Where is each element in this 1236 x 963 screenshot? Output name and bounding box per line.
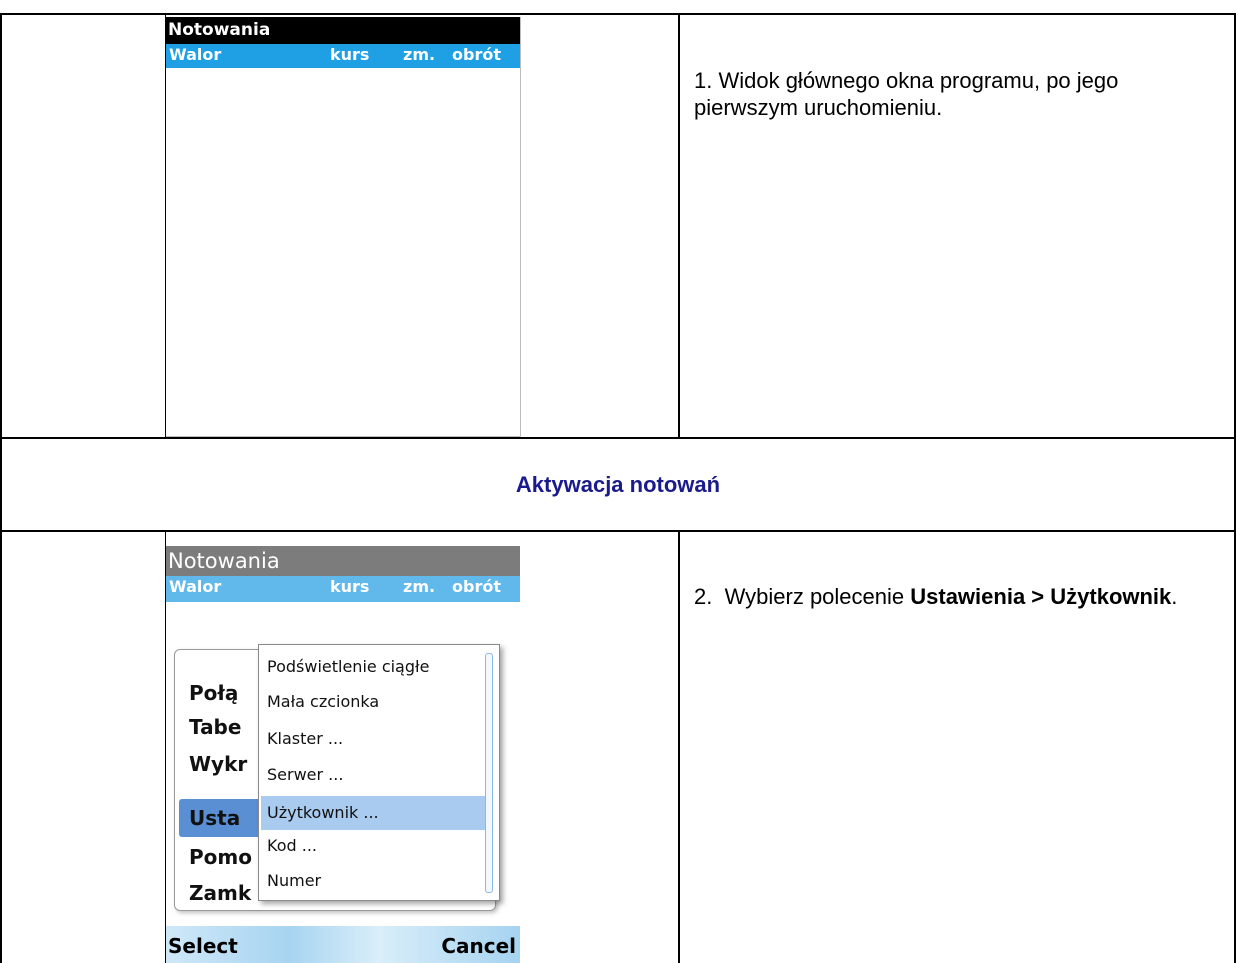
settings-submenu: Podświetlenie ciągłe Mała czcionka Klast…: [258, 644, 500, 901]
submenu-item-klaster[interactable]: Klaster ...: [267, 723, 343, 755]
row-divider-2: [0, 530, 1236, 532]
main-menu-item-wykres[interactable]: Wykr: [189, 747, 247, 781]
submenu-item-numer[interactable]: Numer: [267, 865, 321, 897]
submenu-item-serwer[interactable]: Serwer ...: [267, 759, 343, 791]
main-menu-item-tabela[interactable]: Tabe: [189, 710, 241, 744]
select-softkey[interactable]: Select: [168, 926, 238, 963]
column-walor: Walor: [169, 45, 222, 64]
main-menu-item-polaczenie[interactable]: Połą: [189, 676, 238, 710]
column-kurs: kurs: [330, 577, 370, 596]
column-zm: zm.: [403, 45, 436, 64]
main-menu-item-zamknij[interactable]: Zamk: [189, 876, 251, 910]
document-table: Notowania Walor kurs zm. obrót 1. Widok …: [0, 0, 1236, 963]
cancel-softkey[interactable]: Cancel: [441, 926, 516, 963]
phone-screen-settings-menu: Notowania Walor kurs zm. obrót Połą Tabe…: [166, 546, 520, 963]
column-walor: Walor: [169, 577, 222, 596]
step-2-command: Ustawienia > Użytkownik: [910, 584, 1172, 609]
screen-title: Notowania: [166, 546, 520, 576]
column-divider-row1: [678, 13, 680, 439]
phone-screen-main: Notowania Walor kurs zm. obrót: [166, 17, 521, 437]
column-header-bar: Walor kurs zm. obrót: [166, 44, 520, 68]
main-menu-item-ustawienia[interactable]: Usta: [189, 801, 240, 835]
column-header-bar: Walor kurs zm. obrót: [166, 576, 520, 602]
section-heading: Aktywacja notowań: [515, 472, 721, 497]
row-divider-1: [0, 437, 1236, 439]
main-menu-item-pomoc[interactable]: Pomo: [189, 840, 252, 874]
submenu-item-kod[interactable]: Kod ...: [267, 830, 317, 862]
step-2-period: .: [1171, 584, 1178, 609]
submenu-item-mala-czcionka[interactable]: Mała czcionka: [267, 686, 379, 718]
column-obrot: obrót: [452, 577, 501, 596]
step-2-text: 2. Wybierz polecenie: [694, 584, 911, 609]
submenu-item-uzytkownik[interactable]: Użytkownik ...: [267, 797, 379, 829]
softkey-bar: Select Cancel: [166, 926, 520, 963]
screen-title: Notowania: [166, 17, 520, 44]
step-2-description: 2. Wybierz polecenie Ustawienia > Użytko…: [694, 583, 1214, 610]
column-divider-row2: [678, 530, 680, 963]
column-obrot: obrót: [452, 45, 501, 64]
submenu-item-podswietlenie[interactable]: Podświetlenie ciągłe: [267, 651, 429, 683]
table-border-top: [0, 13, 1236, 15]
column-zm: zm.: [403, 577, 436, 596]
column-kurs: kurs: [330, 45, 370, 64]
submenu-scrollbar[interactable]: [485, 653, 493, 893]
step-1-description: 1. Widok głównego okna programu, po jego…: [694, 68, 1119, 120]
